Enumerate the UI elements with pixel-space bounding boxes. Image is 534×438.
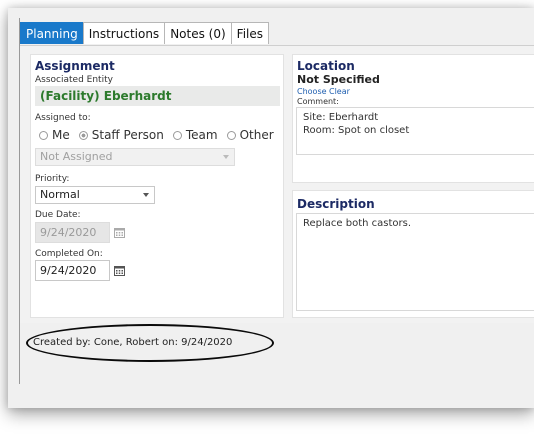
assigned-to-radio-group: Me Staff Person Team Other <box>39 128 283 142</box>
chevron-down-icon <box>143 193 149 197</box>
associated-entity-label: Associated Entity <box>35 75 113 85</box>
radio-team-label: Team <box>185 128 218 142</box>
radio-me[interactable]: Me <box>39 128 70 142</box>
radio-me-label: Me <box>52 128 70 142</box>
completed-on-input[interactable]: 9/24/2020 <box>35 260 110 281</box>
description-card: Description Replace both castors. <box>292 190 534 318</box>
location-card: Location Not Specified Choose Clear Comm… <box>292 54 534 183</box>
staff-person-select[interactable]: Not Assigned <box>35 148 235 166</box>
assignment-card: Assignment Associated Entity (Facility) … <box>30 54 284 318</box>
calendar-icon[interactable] <box>114 265 125 276</box>
radio-other-label: Other <box>239 128 274 142</box>
calendar-icon[interactable] <box>114 227 125 238</box>
assignment-heading: Assignment <box>35 59 115 73</box>
clear-location-link[interactable]: Clear <box>329 87 350 96</box>
tab-bar: Planning Instructions Notes (0) Files <box>20 22 270 45</box>
tab-planning[interactable]: Planning <box>20 22 84 44</box>
highlight-ellipse <box>26 324 274 362</box>
radio-team-circle[interactable] <box>172 130 182 140</box>
priority-select-value: Normal <box>40 188 80 201</box>
planning-panel: Assignment Associated Entity (Facility) … <box>20 45 534 324</box>
work-order-window: Planning Instructions Notes (0) Files As… <box>19 18 534 384</box>
description-text: Replace both castors. <box>303 218 412 229</box>
location-heading: Location <box>297 59 355 73</box>
choose-location-link[interactable]: Choose <box>297 87 327 96</box>
radio-other[interactable]: Other <box>226 128 274 142</box>
radio-staff-person-circle[interactable] <box>78 130 88 140</box>
completed-on-label: Completed On: <box>35 249 103 259</box>
due-date-label: Due Date: <box>35 210 81 220</box>
location-comment-textarea[interactable]: Site: Eberhardt Room: Spot on closet <box>296 107 534 155</box>
radio-staff-person[interactable]: Staff Person <box>78 128 164 142</box>
radio-team[interactable]: Team <box>172 128 218 142</box>
associated-entity-value: (Facility) Eberhardt <box>40 89 172 103</box>
radio-staff-person-label: Staff Person <box>91 128 164 142</box>
radio-me-circle[interactable] <box>39 130 48 140</box>
comment-label: Comment: <box>297 97 339 106</box>
footer-bar: Created by: Cone, Robert on: 9/24/2020 <box>20 323 534 384</box>
description-heading: Description <box>297 197 375 211</box>
description-textarea[interactable]: Replace both castors. <box>296 213 534 311</box>
radio-other-circle[interactable] <box>226 130 236 140</box>
due-date-input[interactable]: 9/24/2020 <box>35 222 110 243</box>
priority-label: Priority: <box>35 174 70 184</box>
comment-line: Room: Spot on closet <box>303 125 410 136</box>
tab-notes[interactable]: Notes (0) <box>164 22 232 44</box>
staff-person-select-value: Not Assigned <box>40 150 113 163</box>
location-status: Not Specified <box>297 73 380 86</box>
associated-entity-field: (Facility) Eberhardt <box>35 86 280 106</box>
tab-files[interactable]: Files <box>230 22 270 44</box>
assigned-to-label: Assigned to: <box>35 113 91 123</box>
tab-instructions[interactable]: Instructions <box>82 22 166 44</box>
chevron-down-icon <box>223 155 229 159</box>
priority-select[interactable]: Normal <box>35 186 155 204</box>
comment-line: Site: Eberhardt <box>303 112 379 123</box>
